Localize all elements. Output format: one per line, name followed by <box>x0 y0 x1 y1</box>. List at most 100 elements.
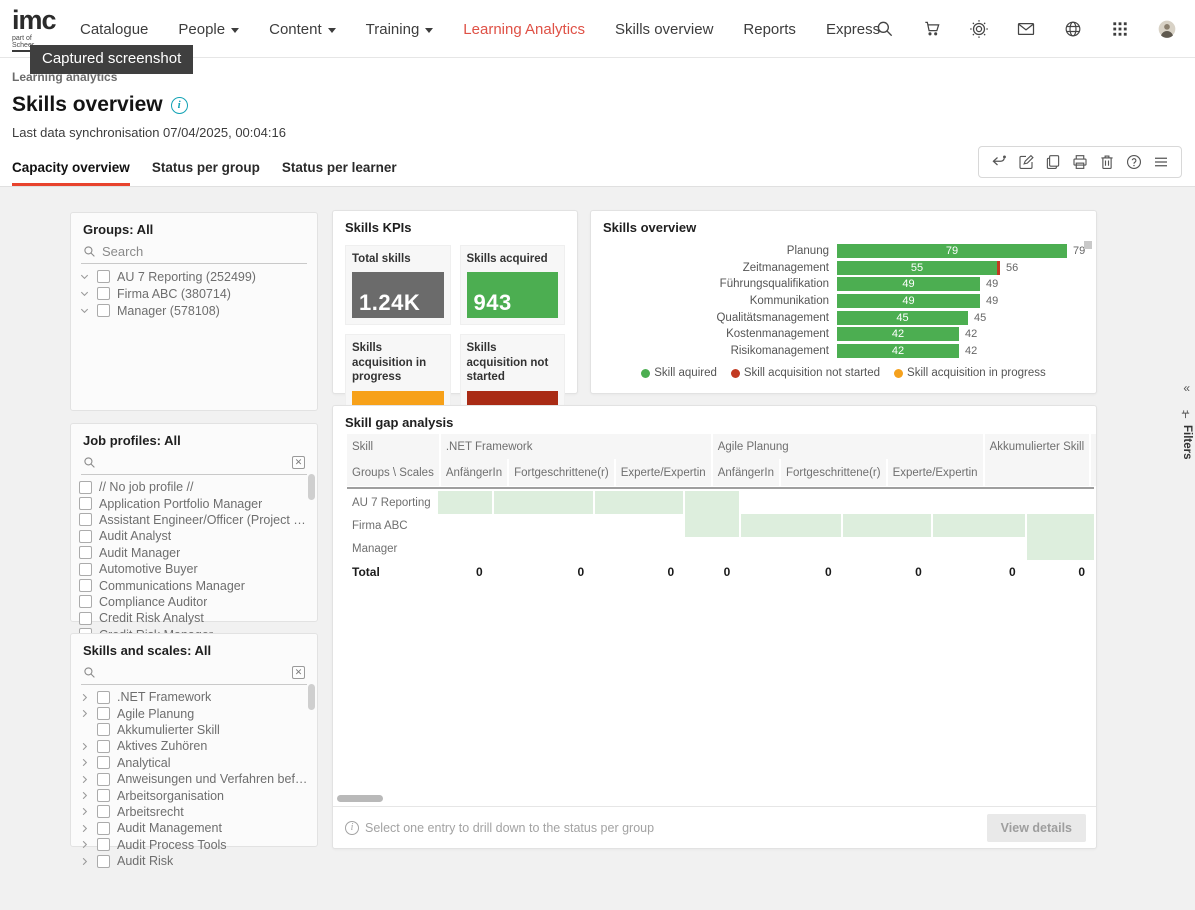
gap-cell-empty[interactable] <box>685 537 739 560</box>
gap-cell-filled[interactable] <box>595 491 683 514</box>
delete-trash-icon[interactable] <box>1096 151 1118 173</box>
groups-search-input[interactable] <box>102 244 305 259</box>
gap-cell-empty[interactable] <box>933 491 1025 514</box>
menu-icon[interactable] <box>1150 151 1172 173</box>
checkbox[interactable] <box>79 530 92 543</box>
mail-icon[interactable] <box>1010 13 1042 45</box>
list-item[interactable]: Automotive Buyer <box>79 561 313 577</box>
clear-search-icon[interactable]: ✕ <box>292 666 305 679</box>
chevron-right-icon[interactable] <box>79 708 90 719</box>
gap-cell-empty[interactable] <box>741 491 840 514</box>
checkbox[interactable] <box>79 497 92 510</box>
list-item[interactable]: Akkumulierter Skill <box>79 722 313 738</box>
gap-cell-filled[interactable] <box>685 514 739 537</box>
list-item[interactable]: Agile Planung <box>79 705 313 721</box>
gap-cell-empty[interactable] <box>438 537 492 560</box>
chevron-down-icon[interactable] <box>79 271 90 282</box>
checkbox[interactable] <box>97 723 110 736</box>
nav-item-reports[interactable]: Reports <box>743 21 796 38</box>
search-icon[interactable] <box>869 13 901 45</box>
tree-item[interactable]: Manager (578108) <box>79 302 313 319</box>
checkbox[interactable] <box>97 304 110 317</box>
checkbox[interactable] <box>97 740 110 753</box>
gap-cell-empty[interactable] <box>1027 491 1094 514</box>
gap-cell-empty[interactable] <box>438 514 492 537</box>
tree-item[interactable]: AU 7 Reporting (252499) <box>79 268 313 285</box>
checkbox[interactable] <box>79 481 92 494</box>
list-item[interactable]: Assistant Engineer/Officer (Project Deve… <box>79 512 313 528</box>
scrollbar-thumb[interactable] <box>308 474 315 500</box>
gap-cell-empty[interactable] <box>494 537 593 560</box>
chevron-right-icon[interactable] <box>79 774 90 785</box>
horizontal-scrollbar-thumb[interactable] <box>337 795 383 802</box>
globe-language-icon[interactable] <box>1057 13 1089 45</box>
tab-capacity-overview[interactable]: Capacity overview <box>12 160 130 186</box>
chevron-right-icon[interactable] <box>79 790 90 801</box>
apps-grid-icon[interactable] <box>1104 13 1136 45</box>
settings-gear-icon[interactable] <box>963 13 995 45</box>
chevron-right-icon[interactable] <box>79 856 90 867</box>
scrollbar-thumb[interactable] <box>308 684 315 710</box>
gap-cell-filled[interactable] <box>438 491 492 514</box>
gap-cell-filled[interactable] <box>741 514 840 537</box>
checkbox[interactable] <box>97 287 110 300</box>
list-item[interactable]: Audit Management <box>79 820 313 836</box>
chevron-down-icon[interactable] <box>79 288 90 299</box>
chart-row[interactable]: Zeitmanagement5556 <box>591 260 1082 277</box>
chevron-right-icon[interactable] <box>79 692 90 703</box>
list-item[interactable]: Compliance Auditor <box>79 594 313 610</box>
nav-item-skills-overview[interactable]: Skills overview <box>615 21 713 38</box>
checkbox[interactable] <box>79 513 92 526</box>
nav-item-learning-analytics[interactable]: Learning Analytics <box>463 21 585 38</box>
checkbox[interactable] <box>79 546 92 559</box>
copy-icon[interactable] <box>1042 151 1064 173</box>
tab-status-per-learner[interactable]: Status per learner <box>282 160 397 186</box>
gap-cell-filled[interactable] <box>1027 537 1094 560</box>
list-item[interactable]: Analytical <box>79 755 313 771</box>
list-item[interactable]: Audit Manager <box>79 545 313 561</box>
list-item[interactable]: // No job profile // <box>79 479 313 495</box>
table-row[interactable]: Firma ABC <box>347 514 1094 537</box>
chart-row[interactable]: Qualitätsmanagement4545 <box>591 309 1082 326</box>
list-item[interactable]: Application Portfolio Manager <box>79 495 313 511</box>
checkbox[interactable] <box>97 707 110 720</box>
print-icon[interactable] <box>1069 151 1091 173</box>
chart-row[interactable]: Planung7979 <box>591 243 1082 260</box>
assign-share-icon[interactable] <box>988 151 1010 173</box>
tab-status-per-group[interactable]: Status per group <box>152 160 260 186</box>
chart-row[interactable]: Führungsqualifikation4949 <box>591 276 1082 293</box>
chevron-right-icon[interactable] <box>79 757 90 768</box>
gap-cell-empty[interactable] <box>494 514 593 537</box>
nav-item-content[interactable]: Content <box>269 21 336 38</box>
gap-cell-empty[interactable] <box>595 537 683 560</box>
nav-item-training[interactable]: Training <box>366 21 434 38</box>
help-icon[interactable] <box>1123 151 1145 173</box>
job-profiles-search-input[interactable] <box>102 455 286 470</box>
checkbox[interactable] <box>97 756 110 769</box>
list-item[interactable]: Anweisungen und Verfahren befolgen <box>79 771 313 787</box>
kpi-tile[interactable]: Skills acquired943 <box>460 245 566 325</box>
tree-item[interactable]: Firma ABC (380714) <box>79 285 313 302</box>
gap-cell-empty[interactable] <box>843 491 931 514</box>
table-row[interactable]: AU 7 Reporting <box>347 491 1094 514</box>
checkbox[interactable] <box>97 822 110 835</box>
list-item[interactable]: Audit Risk <box>79 853 313 869</box>
checkbox[interactable] <box>97 270 110 283</box>
skills-scales-search-input[interactable] <box>102 665 286 680</box>
gap-cell-empty[interactable] <box>843 537 931 560</box>
checkbox[interactable] <box>97 691 110 704</box>
chart-row[interactable]: Kommunikation4949 <box>591 293 1082 310</box>
clear-search-icon[interactable]: ✕ <box>292 456 305 469</box>
nav-item-catalogue[interactable]: Catalogue <box>80 21 148 38</box>
list-item[interactable]: Arbeitsrecht <box>79 804 313 820</box>
gap-cell-empty[interactable] <box>933 537 1025 560</box>
chart-row[interactable]: Kostenmanagement4242 <box>591 326 1082 343</box>
list-item[interactable]: Audit Analyst <box>79 528 313 544</box>
chevron-right-icon[interactable] <box>79 839 90 850</box>
filters-rail-label[interactable]: Filters <box>1181 425 1193 460</box>
list-item[interactable]: Arbeitsorganisation <box>79 787 313 803</box>
view-details-button[interactable]: View details <box>987 814 1086 842</box>
gap-cell-filled[interactable] <box>1027 514 1094 537</box>
checkbox[interactable] <box>79 563 92 576</box>
chevron-right-icon[interactable] <box>79 741 90 752</box>
